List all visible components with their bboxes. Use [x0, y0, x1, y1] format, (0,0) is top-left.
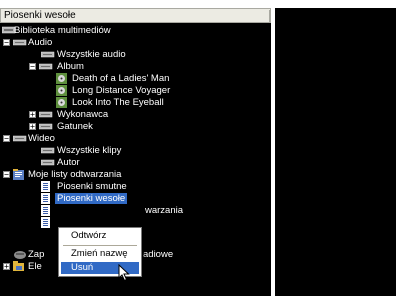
collapse-icon[interactable]: −: [3, 39, 10, 47]
tree-item-label: Album: [57, 61, 84, 72]
expand-icon[interactable]: +: [29, 111, 36, 119]
folder-icon: [12, 134, 27, 143]
tree-item-label: Long Distance Voyager: [72, 85, 171, 96]
album-icon: [56, 97, 67, 108]
menu-separator: [63, 245, 137, 246]
folder-icon: [40, 50, 55, 59]
folder-icon: [38, 62, 53, 71]
tree-item-label: Moje listy odtwarzania: [28, 169, 122, 180]
tree-item-label-suffix: adiowe: [143, 249, 174, 260]
tree-item-label: warzania: [145, 205, 184, 216]
playlist-icon: [41, 181, 50, 192]
mouse-cursor-icon: [118, 263, 130, 285]
tree-item-label: Gatunek: [57, 121, 93, 132]
tree-item-label: Look Into The Eyeball: [72, 97, 164, 108]
tree-item-label: Death of a Ladies' Man: [72, 73, 170, 84]
menu-item-rename[interactable]: Zmień nazwę: [61, 248, 139, 260]
pane-header: Piosenki wesołe: [0, 8, 271, 23]
pane-header-title: Piosenki wesołe: [4, 10, 76, 21]
tree-item-label: Biblioteka multimediów: [14, 25, 111, 36]
tree-item-label: Autor: [57, 157, 80, 168]
collapse-icon[interactable]: −: [3, 135, 10, 143]
folder-icon: [40, 146, 55, 155]
tree-item-label-selected: Piosenki wesołe: [55, 193, 128, 204]
header-separator[interactable]: [269, 10, 270, 22]
tree-item-label: Wykonawca: [57, 109, 109, 120]
playlist-icon: [41, 193, 50, 204]
playlists-icon: [13, 169, 25, 180]
menu-item-play[interactable]: Odtwórz: [61, 230, 139, 242]
album-icon: [56, 73, 67, 84]
folder-icon: [12, 38, 27, 47]
folder-icon: [13, 261, 25, 272]
tree-item-label: Zap: [28, 249, 45, 260]
playlist-icon: [41, 217, 50, 228]
collapse-icon[interactable]: −: [29, 63, 36, 71]
expand-icon[interactable]: +: [3, 263, 10, 271]
tree-item-label: Wideo: [28, 133, 55, 144]
folder-icon: [38, 110, 53, 119]
tree-item-label: Ele: [28, 261, 42, 272]
tree-item-label: Piosenki smutne: [57, 181, 127, 192]
radio-icon: [13, 250, 27, 260]
album-icon: [56, 85, 67, 96]
content-pane: [275, 8, 396, 296]
tree-item-label: Wszystkie klipy: [57, 145, 122, 156]
folder-icon: [38, 122, 53, 131]
tree-item-label: Audio: [28, 37, 53, 48]
collapse-icon[interactable]: −: [3, 171, 10, 179]
playlist-icon: [41, 205, 50, 216]
folder-icon: [40, 158, 55, 167]
tree-item-label: Wszystkie audio: [57, 49, 126, 60]
expand-icon[interactable]: +: [29, 123, 36, 131]
